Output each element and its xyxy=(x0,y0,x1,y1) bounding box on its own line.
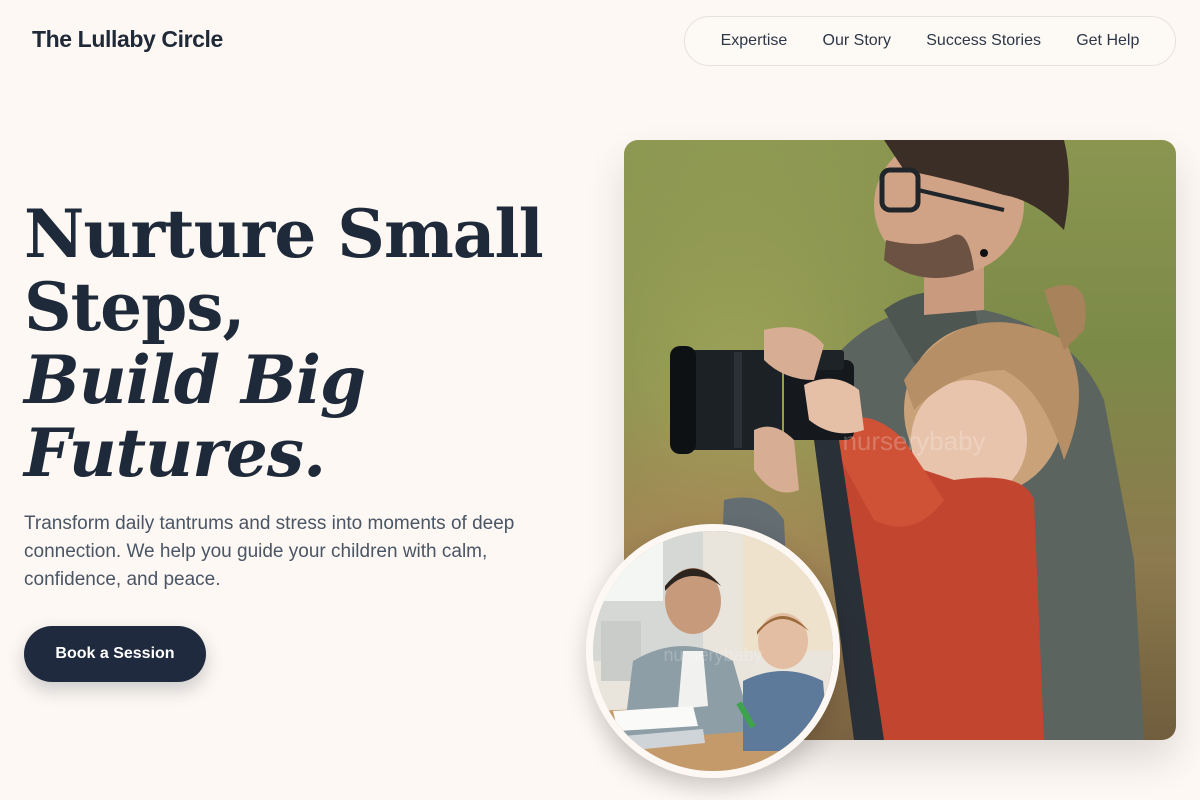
headline-line-4: Futures. xyxy=(24,414,326,492)
headline-line-1: Nurture Small xyxy=(24,195,544,273)
hero-headline: Nurture Small Steps, Build Big Futures. xyxy=(24,198,584,490)
nav-link-success-stories[interactable]: Success Stories xyxy=(926,32,1041,50)
inset-watermark: nurserybaby xyxy=(663,645,762,665)
father-son-homework-illustration: nurserybaby xyxy=(593,531,833,771)
nav-link-get-help[interactable]: Get Help xyxy=(1076,32,1139,50)
hero-description: Transform daily tantrums and stress into… xyxy=(24,513,515,590)
nav-link-expertise[interactable]: Expertise xyxy=(721,32,788,50)
nav-link-our-story[interactable]: Our Story xyxy=(823,32,891,50)
main-nav: Expertise Our Story Success Stories Get … xyxy=(684,16,1176,66)
photo-watermark: nurserybaby xyxy=(842,426,985,456)
book-session-button[interactable]: Book a Session xyxy=(24,626,206,682)
headline-line-3: Build Big xyxy=(24,341,366,419)
brand-logo[interactable]: The Lullaby Circle xyxy=(32,26,223,53)
headline-line-2: Steps, xyxy=(24,268,245,346)
hero-inset-photo: nurserybaby xyxy=(586,524,840,778)
